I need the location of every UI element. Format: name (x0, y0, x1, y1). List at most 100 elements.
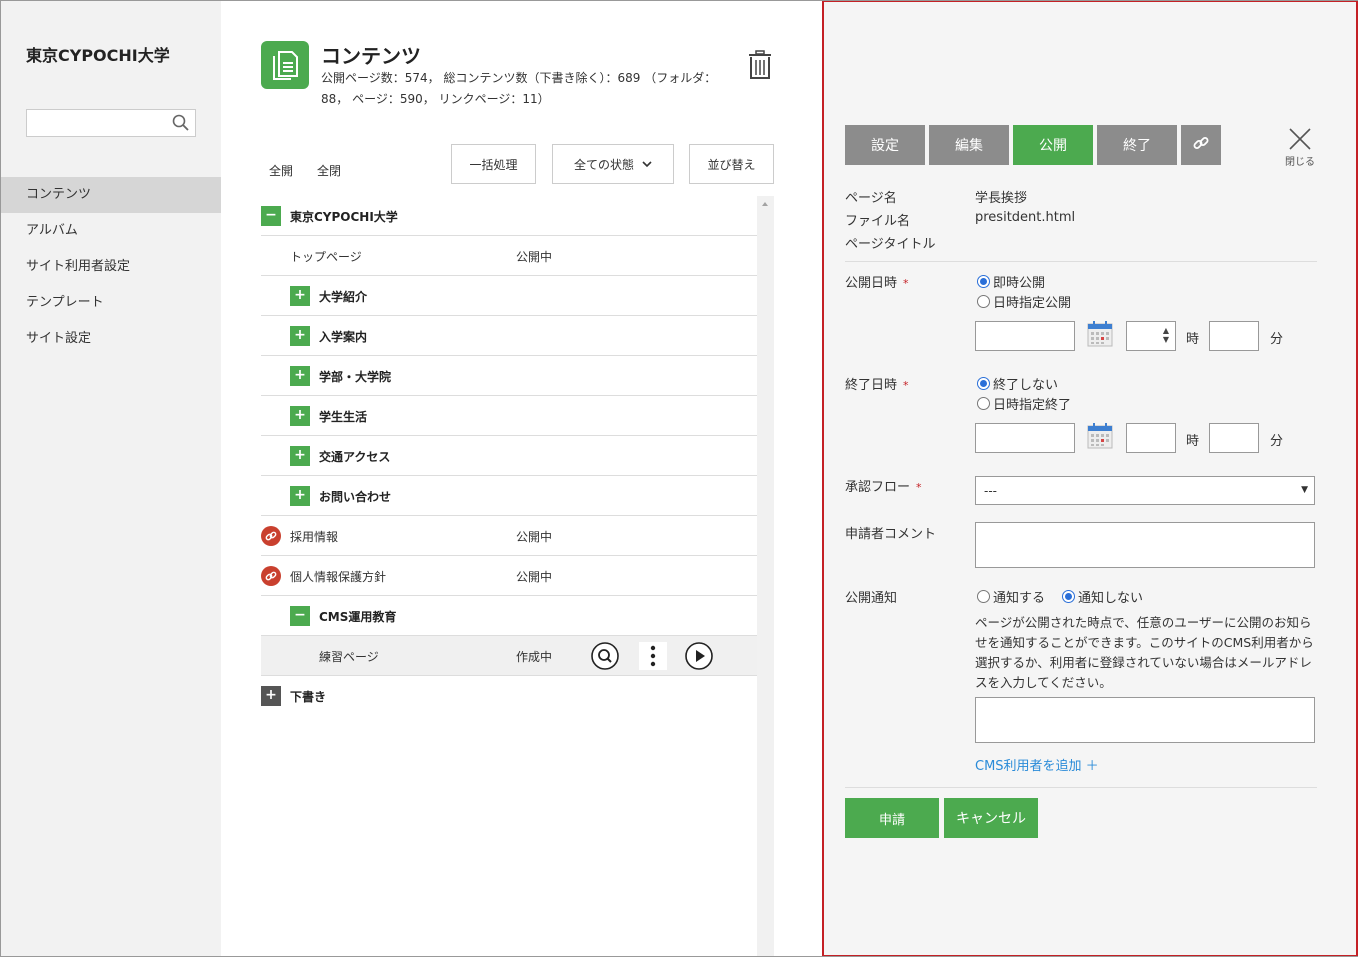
tree-row-label: 採用情報 (290, 530, 339, 544)
bulk-action-label: 一括処理 (469, 157, 518, 172)
tree-row-label: 練習ページ (319, 650, 379, 664)
calendar-icon[interactable] (1087, 321, 1113, 351)
notify-recipients-textarea[interactable] (975, 697, 1315, 743)
expand-icon[interactable]: + (290, 286, 310, 306)
tree-row[interactable]: 採用情報 公開中 (261, 516, 757, 556)
radio-checked-icon (977, 275, 990, 288)
status-filter-dropdown[interactable]: 全ての状態 (552, 144, 674, 184)
publish-date-input[interactable] (975, 321, 1075, 351)
status-text: 公開中 (516, 530, 553, 544)
preview-icon[interactable] (591, 642, 619, 670)
sidebar-nav: コンテンツ アルバム サイト利用者設定 テンプレート サイト設定 (0, 177, 221, 357)
more-menu-icon[interactable] (639, 642, 667, 670)
tree-row[interactable]: + 大学紹介 (261, 276, 757, 316)
scheduled-end-radio[interactable]: 日時指定終了 (977, 394, 1071, 413)
approval-flow-select[interactable]: --- ▼ (975, 476, 1315, 505)
tab-link[interactable] (1181, 125, 1221, 165)
required-mark: * (903, 379, 909, 392)
tree-row[interactable]: + 入学案内 (261, 316, 757, 356)
tree-row-selected[interactable]: 練習ページ 作成中 (261, 636, 757, 676)
tab-publish[interactable]: 公開 (1013, 125, 1093, 165)
expand-all-link[interactable]: 全開 (269, 162, 293, 179)
tree-row-label: 学生生活 (319, 410, 368, 424)
stepper-arrows-icon[interactable]: ▲ ▼ (1163, 326, 1169, 344)
page-name-label: ページ名 (845, 191, 897, 206)
end-date-label: 終了日時 * (845, 374, 909, 393)
minute-unit: 分 (1270, 332, 1284, 347)
expand-icon[interactable]: + (290, 406, 310, 426)
tree-row[interactable]: 個人情報保護方針 公開中 (261, 556, 757, 596)
cancel-button[interactable]: キャンセル (944, 798, 1038, 838)
expand-icon[interactable]: + (261, 686, 281, 706)
sidebar-item-contents[interactable]: コンテンツ (0, 177, 221, 213)
sidebar-item-templates[interactable]: テンプレート (0, 285, 221, 321)
notify-yes-radio[interactable]: 通知する (977, 587, 1045, 606)
calendar-icon[interactable] (1087, 423, 1113, 453)
panel-tabs: 設定 編集 公開 終了 (845, 125, 1221, 165)
publish-scheduled-radio[interactable]: 日時指定公開 (977, 292, 1071, 311)
minute-unit: 分 (1270, 434, 1284, 449)
sidebar-item-album[interactable]: アルバム (0, 213, 221, 249)
tree-row[interactable]: + 学部・大学院 (261, 356, 757, 396)
sort-button[interactable]: 並び替え (689, 144, 774, 184)
publish-hour-stepper[interactable]: ▲ ▼ (1126, 321, 1176, 351)
dropdown-arrow-icon: ▼ (1301, 485, 1308, 495)
contents-icon (261, 41, 309, 89)
notify-no-radio[interactable]: 通知しない (1062, 587, 1143, 606)
site-title: 東京CYPOCHI大学 (26, 46, 170, 65)
trash-icon[interactable] (748, 50, 772, 84)
hour-unit: 時 (1186, 434, 1200, 449)
end-hour-input[interactable] (1126, 423, 1176, 453)
link-page-icon (261, 526, 281, 546)
tree-row[interactable]: + お問い合わせ (261, 476, 757, 516)
close-button[interactable]: 閉じる (1285, 127, 1315, 168)
collapse-icon[interactable]: − (261, 206, 281, 226)
expand-icon[interactable]: + (290, 486, 310, 506)
no-end-radio[interactable]: 終了しない (977, 374, 1058, 393)
expand-icon[interactable]: + (290, 446, 310, 466)
scroll-up-icon[interactable] (762, 202, 768, 206)
tree-row-label: 個人情報保護方針 (290, 570, 387, 584)
tab-settings[interactable]: 設定 (845, 125, 925, 165)
radio-icon (977, 295, 990, 308)
approval-flow-value: --- (984, 484, 997, 498)
end-minute-input[interactable] (1209, 423, 1259, 453)
publish-minute-input[interactable] (1209, 321, 1259, 351)
play-icon[interactable] (685, 642, 713, 670)
tree-row[interactable]: + 学生生活 (261, 396, 757, 436)
scheduled-end-label: 日時指定終了 (993, 398, 1072, 413)
expand-icon[interactable]: + (290, 366, 310, 386)
tree-row[interactable]: + 交通アクセス (261, 436, 757, 476)
expand-icon[interactable]: + (290, 326, 310, 346)
apply-button[interactable]: 申請 (845, 798, 939, 838)
search-icon[interactable] (172, 114, 190, 136)
divider (845, 787, 1317, 788)
contents-main: コンテンツ 公開ページ数：574， 総コンテンツ数（下書き除く）：689 （フォ… (221, 0, 822, 957)
link-icon (1193, 135, 1209, 155)
tab-edit[interactable]: 編集 (929, 125, 1009, 165)
tree-row-label: 下書き (290, 690, 327, 704)
tree-row[interactable]: − CMS運用教育 (261, 596, 757, 636)
publish-now-label: 即時公開 (993, 276, 1046, 291)
tree-row-label: 学部・大学院 (319, 370, 392, 384)
close-label: 閉じる (1285, 157, 1315, 168)
comment-textarea[interactable] (975, 522, 1315, 568)
sidebar-item-site-settings[interactable]: サイト設定 (0, 321, 221, 357)
comment-label: 申請者コメント (845, 527, 937, 542)
tree-row-drafts[interactable]: + 下書き (261, 676, 757, 716)
page-title-label: ページタイトル (845, 237, 936, 252)
collapse-icon[interactable]: − (290, 606, 310, 626)
search-input[interactable] (26, 109, 196, 137)
bulk-action-button[interactable]: 一括処理 (451, 144, 536, 184)
add-cms-user-link[interactable]: CMS利用者を追加 ＋ (975, 755, 1099, 774)
tree-row[interactable]: トップページ 公開中 (261, 236, 757, 276)
tab-end[interactable]: 終了 (1097, 125, 1177, 165)
tree-row-root[interactable]: − 東京CYPOCHI大学 (261, 196, 757, 236)
tree-row-label: 大学紹介 (319, 290, 368, 304)
sidebar-item-site-users[interactable]: サイト利用者設定 (0, 249, 221, 285)
collapse-all-link[interactable]: 全閉 (317, 162, 341, 179)
publish-now-radio[interactable]: 即時公開 (977, 272, 1045, 291)
sidebar: 東京CYPOCHI大学 コンテンツ アルバム サイト利用者設定 テンプレート サ… (0, 0, 221, 957)
end-date-input[interactable] (975, 423, 1075, 453)
tree-scrollbar[interactable] (757, 196, 774, 957)
